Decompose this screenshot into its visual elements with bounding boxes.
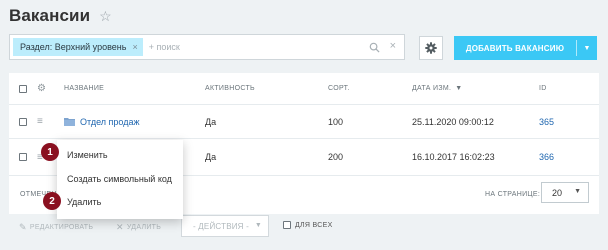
star-icon[interactable]: ☆ xyxy=(99,9,112,23)
row-active: Да xyxy=(205,116,217,127)
row-date: 16.10.2017 16:02:23 xyxy=(412,152,495,162)
row-name-link[interactable]: Отдел продаж xyxy=(80,117,140,127)
edit-label: РЕДАКТИРОВАТЬ xyxy=(29,224,94,231)
header-name[interactable]: НАЗВАНИЕ xyxy=(64,73,104,104)
select-all-checkbox[interactable] xyxy=(19,84,27,93)
clear-icon[interactable]: × xyxy=(390,40,396,52)
add-vacancy-label: ДОБАВИТЬ ВАКАНСИЮ xyxy=(465,43,565,53)
filter-tag-label: Раздел: Верхний уровень xyxy=(20,42,127,52)
delete-label: УДАЛИТЬ xyxy=(126,224,162,231)
header-id[interactable]: ID xyxy=(539,73,547,104)
row-date: 25.11.2020 09:00:12 xyxy=(412,116,494,127)
for-all-label: ДЛЯ ВСЕХ xyxy=(295,221,333,229)
chevron-down-icon: ▼ xyxy=(254,222,262,229)
tag-close-icon[interactable]: × xyxy=(132,42,137,52)
add-vacancy-button[interactable]: ДОБАВИТЬ ВАКАНСИЮ ▼ xyxy=(454,36,597,60)
page-size-value: 20 xyxy=(552,187,563,198)
for-all-checkbox[interactable] xyxy=(283,221,291,229)
delete-button[interactable]: ✕ УДАЛИТЬ xyxy=(116,222,161,233)
column-settings-icon[interactable]: ⚙ xyxy=(37,83,46,94)
filter-search-bar[interactable]: Раздел: Верхний уровень × × xyxy=(9,34,405,60)
table-row[interactable]: ≡ Отдел продаж Да 100 25.11.2020 09:00:1… xyxy=(9,105,599,139)
actions-select[interactable]: - ДЕЙСТВИЯ - ▼ xyxy=(181,215,269,237)
header-sort[interactable]: СОРТ. xyxy=(328,73,350,104)
header-date[interactable]: ДАТА ИЗМ. ▼ xyxy=(412,73,463,104)
row-checkbox[interactable] xyxy=(19,117,27,126)
pencil-icon: ✎ xyxy=(19,222,27,232)
header-active[interactable]: АКТИВНОСТЬ xyxy=(205,73,255,104)
menu-item-delete[interactable]: Удалить xyxy=(67,197,101,207)
delete-x-icon: ✕ xyxy=(116,222,124,232)
add-dropdown-icon[interactable]: ▼ xyxy=(577,45,597,52)
row-sort: 200 xyxy=(328,152,344,162)
row-checkbox[interactable] xyxy=(19,153,27,161)
row-context-menu: Изменить Создать символьный код Удалить xyxy=(57,140,183,219)
title-row: Вакансии ☆ xyxy=(9,5,112,27)
actions-select-value: - ДЕЙСТВИЯ - xyxy=(193,221,249,231)
row-id-link[interactable]: 366 xyxy=(539,139,554,175)
row-menu-icon[interactable]: ≡ xyxy=(37,116,43,127)
for-all-toggle[interactable]: ДЛЯ ВСЕХ xyxy=(283,221,333,229)
page-title: Вакансии xyxy=(9,6,91,25)
page-size-label: НА СТРАНИЦЕ: xyxy=(485,191,541,198)
menu-item-create-code[interactable]: Создать символьный код xyxy=(67,174,172,184)
settings-button[interactable] xyxy=(419,36,443,60)
search-icon[interactable] xyxy=(369,42,380,53)
step-badge: 1 xyxy=(41,143,59,161)
filter-tag[interactable]: Раздел: Верхний уровень × xyxy=(13,38,143,56)
row-sort: 100 xyxy=(328,116,344,127)
sort-desc-icon: ▼ xyxy=(455,85,463,92)
row-id-link[interactable]: 365 xyxy=(539,105,554,138)
gear-icon xyxy=(425,42,437,54)
table-header-row: ⚙ НАЗВАНИЕ АКТИВНОСТЬ СОРТ. ДАТА ИЗМ. ▼ … xyxy=(9,73,599,105)
row-active: Да xyxy=(205,152,217,162)
search-input[interactable] xyxy=(148,42,339,52)
edit-button[interactable]: ✎ РЕДАКТИРОВАТЬ xyxy=(19,222,93,233)
step-badge: 2 xyxy=(43,192,61,210)
chevron-down-icon: ▼ xyxy=(574,188,581,195)
page-size-select[interactable]: 20 ▼ xyxy=(541,182,589,203)
folder-icon xyxy=(64,118,75,126)
header-date-label: ДАТА ИЗМ. xyxy=(412,85,452,92)
menu-item-edit[interactable]: Изменить xyxy=(67,150,108,160)
